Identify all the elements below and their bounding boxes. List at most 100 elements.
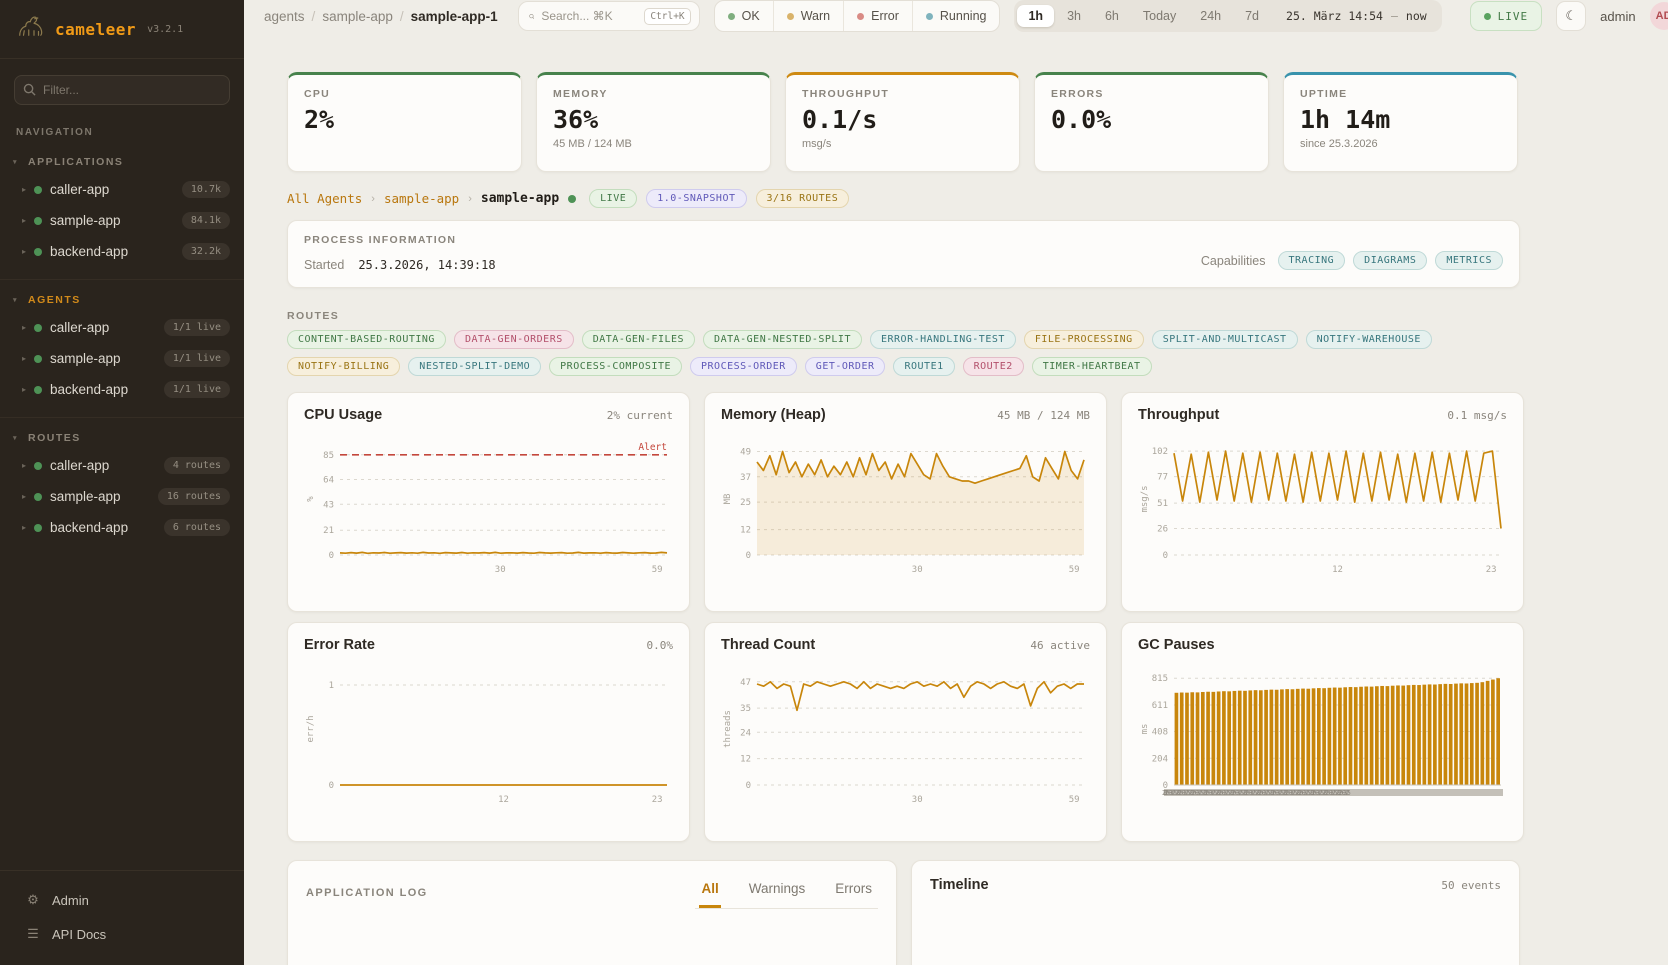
sidebar-item-backend-app[interactable]: ▸backend-app6 routes	[0, 512, 244, 543]
status-filter-ok[interactable]: OK	[715, 1, 773, 31]
time-range-24h[interactable]: 24h	[1189, 5, 1232, 27]
route-chip-process-composite[interactable]: PROCESS-COMPOSITE	[549, 357, 682, 376]
route-chip-data-gen-orders[interactable]: DATA-GEN-ORDERS	[454, 330, 574, 349]
route-chip-notify-warehouse[interactable]: NOTIFY-WAREHOUSE	[1306, 330, 1432, 349]
route-chip-data-gen-files[interactable]: DATA-GEN-FILES	[582, 330, 695, 349]
log-tab-errors[interactable]: Errors	[833, 881, 874, 908]
svg-text:30: 30	[912, 565, 923, 575]
capability-badge-metrics[interactable]: METRICS	[1435, 251, 1503, 270]
breadcrumb-current: sample-app-1	[411, 9, 498, 24]
metric-card-uptime: UPTIME1h 14msince 25.3.2026	[1283, 72, 1518, 172]
breadcrumb-separator: /	[400, 9, 404, 24]
route-chip-notify-billing[interactable]: NOTIFY-BILLING	[287, 357, 400, 376]
status-filter-warn[interactable]: Warn	[773, 1, 843, 31]
route-chip-content-based-routing[interactable]: CONTENT-BASED-ROUTING	[287, 330, 446, 349]
caret-icon: ▾	[13, 434, 18, 442]
global-search[interactable]: Ctrl+K	[518, 1, 700, 31]
date-range[interactable]: 25. März 14:54 — now	[1272, 9, 1439, 23]
chevron-right-icon: ▸	[22, 492, 26, 501]
breadcrumb-sample-app[interactable]: sample-app	[322, 9, 393, 24]
sidebar-section-header[interactable]: ▾APPLICATIONS	[0, 152, 244, 174]
logo[interactable]: cameleer v3.2.1	[0, 0, 244, 59]
agent-app-link[interactable]: sample-app	[384, 191, 459, 206]
sidebar-footer-api-docs[interactable]: ☰API Docs	[0, 917, 244, 951]
sidebar-item-backend-app[interactable]: ▸backend-app1/1 live	[0, 374, 244, 405]
log-tab-all[interactable]: All	[699, 881, 720, 908]
time-range-today[interactable]: Today	[1132, 5, 1187, 27]
route-chip-split-and-multicast[interactable]: SPLIT-AND-MULTICAST	[1152, 330, 1298, 349]
sidebar-item-sample-app[interactable]: ▸sample-app16 routes	[0, 481, 244, 512]
metric-card-errors: ERRORS0.0%	[1034, 72, 1269, 172]
chart-header: GC Pauses	[1138, 637, 1507, 653]
sidebar-section-header[interactable]: ▾AGENTS	[0, 290, 244, 312]
route-chip-timer-heartbeat[interactable]: TIMER-HEARTBEAT	[1032, 357, 1152, 376]
chart-header: CPU Usage2% current	[304, 407, 673, 423]
search-icon	[529, 10, 535, 23]
route-chip-error-handling-test[interactable]: ERROR-HANDLING-TEST	[870, 330, 1016, 349]
sidebar-section-label: APPLICATIONS	[28, 156, 123, 168]
status-filter-running[interactable]: Running	[912, 1, 1000, 31]
user-name[interactable]: admin	[1600, 9, 1635, 24]
agent-status-dot	[568, 195, 576, 203]
sidebar-footer-admin[interactable]: ⚙Admin	[0, 883, 244, 917]
agent-badge-live[interactable]: LIVE	[589, 189, 637, 208]
live-badge[interactable]: LIVE	[1470, 1, 1543, 31]
sidebar-item-label: backend-app	[50, 382, 156, 397]
route-chip-file-processing[interactable]: FILE-PROCESSING	[1024, 330, 1144, 349]
all-agents-link[interactable]: All Agents	[287, 191, 362, 206]
chart-title: Memory (Heap)	[721, 407, 826, 423]
metric-label: MEMORY	[553, 88, 754, 100]
route-chip-route1[interactable]: ROUTE1	[893, 357, 954, 376]
camel-logo-icon	[16, 14, 46, 45]
sidebar-item-label: sample-app	[50, 213, 174, 228]
avatar[interactable]: AD	[1650, 2, 1668, 30]
sidebar-item-caller-app[interactable]: ▸caller-app1/1 live	[0, 312, 244, 343]
search-input[interactable]	[541, 9, 637, 23]
svg-text:43: 43	[323, 500, 334, 510]
agent-badge-1-0-snapshot[interactable]: 1.0-SNAPSHOT	[646, 189, 746, 208]
sidebar-item-backend-app[interactable]: ▸backend-app32.2k	[0, 236, 244, 267]
sidebar-item-sample-app[interactable]: ▸ sample-app 1/1 live	[0, 343, 244, 374]
time-range-1h[interactable]: 1h	[1017, 5, 1054, 27]
svg-text:12: 12	[740, 526, 751, 536]
time-range-3h[interactable]: 3h	[1056, 5, 1092, 27]
breadcrumb-agents[interactable]: agents	[264, 9, 305, 24]
status-filter-label: Warn	[801, 9, 830, 23]
svg-text:59: 59	[1069, 565, 1080, 575]
sidebar-item-caller-app[interactable]: ▸caller-app4 routes	[0, 450, 244, 481]
chevron-right-icon: ▸	[22, 354, 26, 363]
status-dot-icon	[787, 13, 794, 20]
route-chip-route2[interactable]: ROUTE2	[963, 357, 1024, 376]
capability-badge-tracing[interactable]: TRACING	[1278, 251, 1346, 270]
svg-text:0: 0	[746, 551, 751, 561]
sidebar-section-routes: ▾ROUTES▸caller-app4 routes▸sample-app16 …	[0, 417, 244, 555]
route-chip-data-gen-nested-split[interactable]: DATA-GEN-NESTED-SPLIT	[703, 330, 862, 349]
process-information-title: PROCESS INFORMATION	[304, 234, 496, 246]
sidebar-section-header[interactable]: ▾ROUTES	[0, 428, 244, 450]
route-chip-nested-split-demo[interactable]: NESTED-SPLIT-DEMO	[408, 357, 541, 376]
capability-badge-diagrams[interactable]: DIAGRAMS	[1353, 251, 1427, 270]
sidebar-item-sample-app[interactable]: ▸sample-app84.1k	[0, 205, 244, 236]
log-tab-warnings[interactable]: Warnings	[747, 881, 808, 908]
agent-badge-3-16-routes[interactable]: 3/16 ROUTES	[756, 189, 850, 208]
sidebar-item-label: sample-app	[50, 351, 156, 366]
svg-text:0: 0	[329, 551, 334, 561]
time-range-6h[interactable]: 6h	[1094, 5, 1130, 27]
filter-input[interactable]	[14, 75, 230, 105]
metric-sub: 45 MB / 124 MB	[553, 138, 754, 150]
sidebar-footer-label: Admin	[52, 893, 89, 908]
svg-text:Alert: Alert	[638, 442, 667, 453]
theme-toggle-button[interactable]: ☾	[1556, 1, 1586, 31]
live-label: LIVE	[1498, 10, 1529, 23]
chart-memory-heap-: Memory (Heap)45 MB / 124 MB493725120MB30…	[704, 392, 1107, 612]
time-range-7d[interactable]: 7d	[1234, 5, 1270, 27]
status-dot-icon	[857, 13, 864, 20]
sidebar-sections: ▾APPLICATIONS▸caller-app10.7k▸sample-app…	[0, 142, 244, 555]
sidebar-item-caller-app[interactable]: ▸caller-app10.7k	[0, 174, 244, 205]
chart-canvas: 493725120MB3059	[721, 429, 1092, 579]
sidebar-item-label: caller-app	[50, 320, 156, 335]
status-filter-error[interactable]: Error	[843, 1, 912, 31]
sidebar-item-badge: 1/1 live	[164, 350, 230, 367]
route-chip-process-order[interactable]: PROCESS-ORDER	[690, 357, 797, 376]
route-chip-get-order[interactable]: GET-ORDER	[805, 357, 886, 376]
